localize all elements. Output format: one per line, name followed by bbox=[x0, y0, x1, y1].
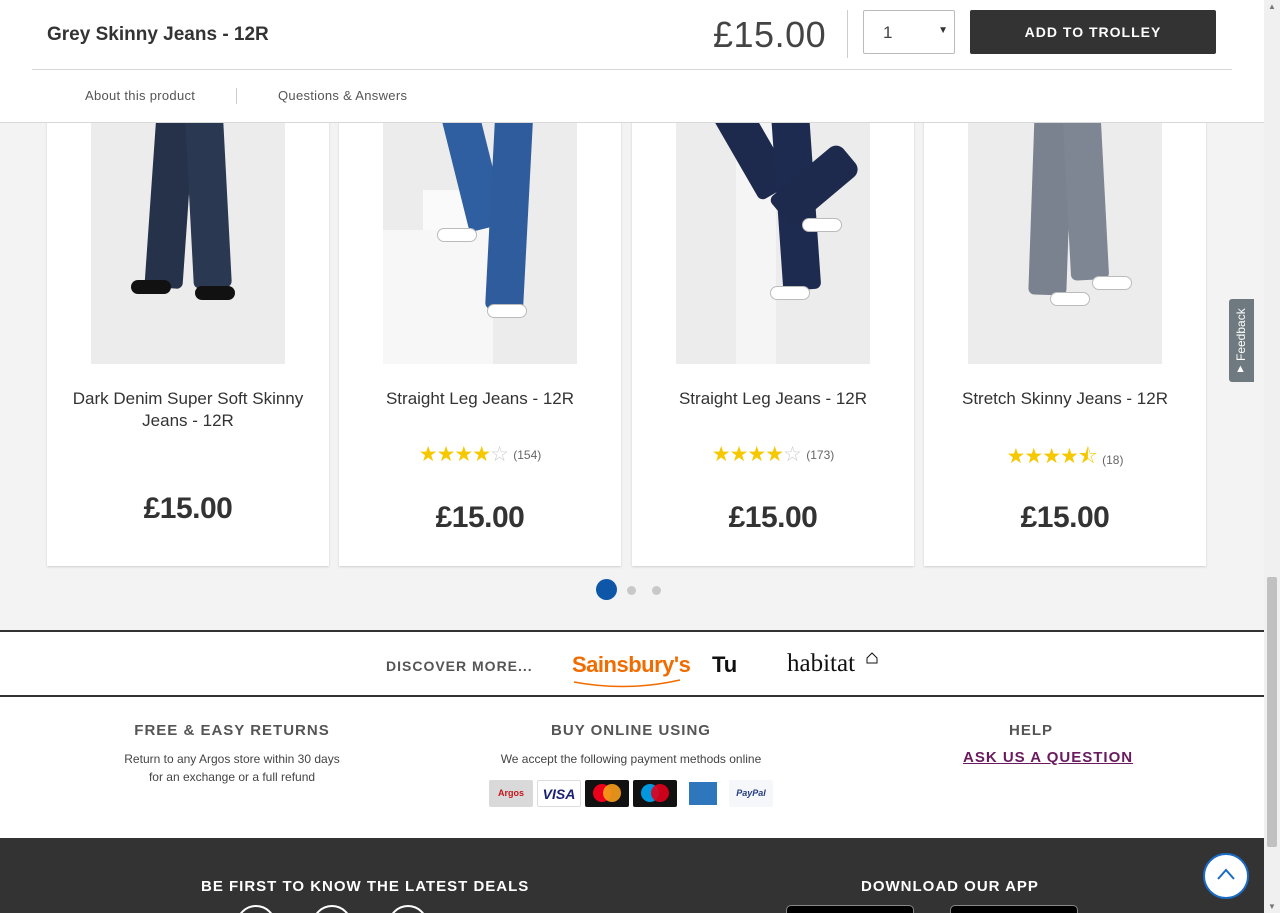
divider bbox=[847, 10, 848, 58]
quantity-value: 1 bbox=[883, 23, 893, 42]
product-rating: ★★★★☆ (173) bbox=[632, 442, 914, 467]
house-icon bbox=[866, 652, 878, 664]
ask-question-link[interactable]: ASK US A QUESTION bbox=[963, 749, 1133, 766]
tab-questions-answers[interactable]: Questions & Answers bbox=[278, 88, 407, 103]
review-count[interactable]: (154) bbox=[513, 448, 541, 462]
dropdown-arrow-icon: ▼ bbox=[938, 25, 948, 36]
back-to-top-button[interactable] bbox=[1203, 853, 1249, 899]
habitat-logo[interactable]: habitat bbox=[787, 650, 855, 678]
sainsburys-swoosh-icon bbox=[573, 679, 681, 688]
app-heading: DOWNLOAD OUR APP bbox=[861, 878, 1039, 895]
paypal-icon: PayPal bbox=[729, 780, 773, 807]
add-to-trolley-button[interactable]: ADD TO TROLLEY bbox=[970, 10, 1216, 54]
product-name[interactable]: Stretch Skinny Jeans - 12R bbox=[944, 388, 1186, 410]
tu-logo[interactable]: Tu bbox=[712, 652, 737, 678]
carousel-dot-1[interactable] bbox=[596, 579, 617, 600]
quantity-select[interactable]: 1 ▼ bbox=[863, 10, 955, 54]
divider bbox=[32, 69, 1232, 70]
up-arrow-icon: ▲ bbox=[1235, 363, 1246, 375]
buy-online-heading: BUY ONLINE USING bbox=[551, 722, 711, 739]
sainsburys-logo[interactable]: Sainsbury's bbox=[572, 652, 691, 678]
feedback-label: Feedback bbox=[1234, 308, 1248, 362]
returns-heading: FREE & EASY RETURNS bbox=[134, 722, 330, 739]
carousel-dot-2[interactable] bbox=[627, 586, 636, 595]
product-card[interactable]: Straight Leg Jeans - 12R ★★★★☆ (154) £15… bbox=[339, 80, 621, 566]
app-store-badge[interactable] bbox=[786, 905, 914, 913]
product-price: £15.00 bbox=[435, 501, 525, 534]
argos-card-icon: Argos bbox=[489, 780, 533, 807]
star-rating-icon: ★★★★☆ bbox=[711, 443, 802, 466]
feedback-tab[interactable]: Feedback ▲ bbox=[1229, 299, 1254, 382]
amex-icon bbox=[681, 780, 725, 807]
instagram-icon[interactable] bbox=[388, 905, 428, 913]
tab-divider bbox=[236, 88, 237, 104]
help-heading: HELP bbox=[1008, 722, 1053, 739]
review-count[interactable]: (18) bbox=[1102, 453, 1123, 467]
product-card[interactable]: Straight Leg Jeans - 12R ★★★★☆ (173) £15… bbox=[632, 80, 914, 566]
footer: BE FIRST TO KNOW THE LATEST DEALS DOWNLO… bbox=[0, 838, 1264, 913]
stairs bbox=[383, 230, 493, 364]
returns-line-2: for an exchange or a full refund bbox=[148, 770, 316, 784]
product-rating: ★★★★⯪ (18) bbox=[924, 442, 1206, 477]
carousel-dot-3[interactable] bbox=[652, 586, 661, 595]
twitter-icon[interactable] bbox=[312, 905, 352, 913]
product-title: Grey Skinny Jeans - 12R bbox=[47, 24, 269, 45]
product-name[interactable]: Straight Leg Jeans - 12R bbox=[359, 388, 601, 410]
product-name[interactable]: Straight Leg Jeans - 12R bbox=[652, 388, 894, 410]
tab-about-product[interactable]: About this product bbox=[85, 88, 195, 103]
scroll-down-icon[interactable]: ▼ bbox=[1268, 902, 1276, 911]
product-price: £15.00 bbox=[728, 501, 818, 534]
product-card[interactable]: Dark Denim Super Soft Skinny Jeans - 12R… bbox=[47, 80, 329, 566]
chevron-up-icon bbox=[1217, 868, 1235, 880]
product-card[interactable]: Stretch Skinny Jeans - 12R ★★★★⯪ (18) £1… bbox=[924, 80, 1206, 566]
facebook-icon[interactable] bbox=[236, 905, 276, 913]
star-rating-icon: ★★★★☆ bbox=[418, 443, 509, 466]
product-page: Dark Denim Super Soft Skinny Jeans - 12R… bbox=[0, 0, 1264, 913]
mastercard-icon bbox=[585, 780, 629, 807]
scrollbar-thumb[interactable] bbox=[1267, 577, 1277, 847]
scrollbar[interactable]: ▲ ▼ bbox=[1264, 0, 1280, 913]
returns-line-1: Return to any Argos store within 30 days bbox=[124, 752, 340, 766]
scroll-up-icon[interactable]: ▲ bbox=[1268, 2, 1276, 11]
info-row: FREE & EASY RETURNS Return to any Argos … bbox=[0, 697, 1264, 838]
payment-text: We accept the following payment methods … bbox=[500, 752, 762, 766]
product-price: £15.00 bbox=[143, 492, 233, 525]
product-price: £15.00 bbox=[1020, 501, 1110, 534]
discover-more-bar: DISCOVER MORE... Sainsbury's Tu habitat bbox=[0, 630, 1264, 697]
sticky-product-header: Grey Skinny Jeans - 12R £15.00 1 ▼ ADD T… bbox=[0, 0, 1264, 123]
review-count[interactable]: (173) bbox=[806, 448, 834, 462]
product-price-header: £15.00 bbox=[713, 14, 827, 55]
product-name[interactable]: Dark Denim Super Soft Skinny Jeans - 12R bbox=[67, 388, 309, 432]
google-play-badge[interactable] bbox=[950, 905, 1078, 913]
star-rating-icon: ★★★★⯪ bbox=[1006, 445, 1098, 468]
deals-heading: BE FIRST TO KNOW THE LATEST DEALS bbox=[201, 878, 530, 895]
maestro-icon bbox=[633, 780, 677, 807]
product-rating: ★★★★☆ (154) bbox=[339, 442, 621, 467]
visa-icon: VISA bbox=[537, 780, 581, 807]
discover-label: DISCOVER MORE... bbox=[386, 658, 533, 674]
